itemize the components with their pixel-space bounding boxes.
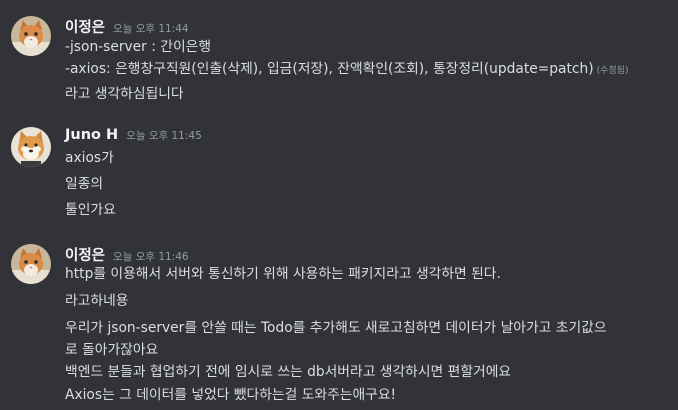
message-line: 라고 생각하심됩니다 — [65, 86, 184, 102]
message-line-text: -axios: 은행창구직원(인출(삭제), 입금(저장), 잔액확인(조회),… — [65, 61, 594, 77]
message-line: 로 돌아가잖아요 — [65, 342, 159, 358]
user-avatar-cat-icon[interactable] — [11, 244, 51, 284]
username[interactable]: 이정은 — [65, 244, 105, 265]
message-line: http를 이용해서 서버와 통신하기 위해 사용하는 패키지라고 생각하면 된… — [65, 266, 501, 282]
timestamp[interactable]: 오늘 오후 11:44 — [113, 21, 189, 36]
message-line: 라고하네용 — [65, 293, 129, 309]
username[interactable]: Juno H — [65, 127, 118, 143]
message-line: -axios: 은행창구직원(인출(삭제), 입금(저장), 잔액확인(조회),… — [65, 58, 629, 80]
chat-messages: 이정은 오늘 오후 11:44 -json-server : 간이은행 -axi… — [0, 0, 678, 410]
message-line: 백엔드 분들과 협업하기 전에 임시로 쓰는 db서버라고 생각하시면 편할거에… — [65, 364, 512, 380]
message-line: -json-server : 간이은행 — [65, 39, 212, 55]
timestamp[interactable]: 오늘 오후 11:46 — [113, 249, 189, 264]
message-line: 툴인가요 — [65, 202, 116, 218]
message-line: axios가 — [65, 150, 114, 166]
timestamp[interactable]: 오늘 오후 11:45 — [126, 128, 202, 143]
message-header: Juno H 오늘 오후 11:45 — [65, 127, 202, 149]
message-line: Axios는 그 데이터를 넣었다 뺐다하는걸 도와주는애구요! — [65, 387, 397, 403]
message-header: 이정은 오늘 오후 11:44 — [65, 16, 189, 38]
edited-label: (수정됨) — [596, 66, 629, 76]
username[interactable]: 이정은 — [65, 16, 105, 37]
message-line: 우리가 json-server를 안쓸 때는 Todo를 추가해도 새로고침하면… — [65, 320, 607, 336]
user-avatar-cat-icon[interactable] — [11, 16, 51, 56]
user-avatar-shiba-dog-icon[interactable] — [11, 127, 51, 167]
message-line: 일종의 — [65, 176, 104, 192]
